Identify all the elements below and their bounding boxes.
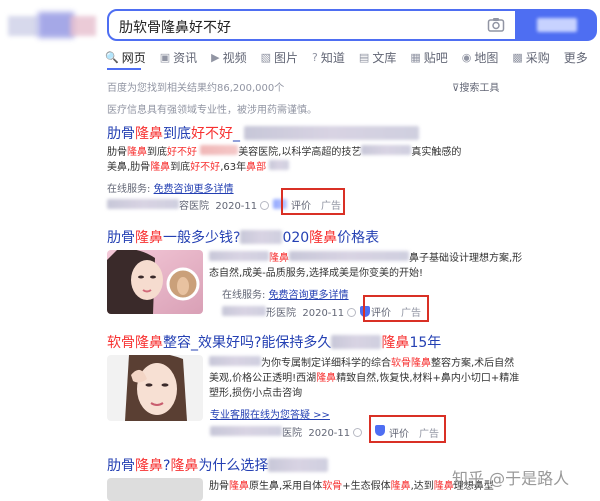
face-photo: [107, 355, 203, 421]
result-2-thumbnail[interactable]: [107, 250, 203, 314]
tab-images[interactable]: ▧ 图片: [261, 49, 298, 66]
ad-label: 广告: [401, 308, 421, 319]
result-4-thumbnail[interactable]: [107, 478, 203, 501]
tab-tieba[interactable]: ▦ 贴吧: [410, 49, 447, 66]
review-link[interactable]: 评价: [389, 425, 409, 440]
active-tab-indicator: [107, 68, 141, 70]
baidu-logo[interactable]: [8, 10, 96, 40]
caigou-icon: ▩: [512, 51, 523, 64]
shield-icon: [375, 425, 385, 436]
info-icon: [347, 308, 357, 317]
result-2-title[interactable]: 肋骨隆鼻一般多少钱? 020隆鼻价格表: [107, 227, 379, 247]
tab-wenku[interactable]: ▤ 文库: [359, 49, 396, 66]
consult-link[interactable]: 专业客服在线为您答疑 >>: [210, 410, 330, 421]
ad-label: 广告: [321, 201, 341, 212]
map-icon: ◉: [461, 51, 472, 64]
tieba-icon: ▦: [410, 51, 421, 64]
tab-news[interactable]: ▣ 资讯: [160, 49, 197, 66]
tab-zhidao[interactable]: ? 知道: [312, 49, 345, 66]
result-1-title[interactable]: 肋骨隆鼻到底好不好_: [107, 123, 420, 143]
redacted-text: [361, 145, 412, 155]
result-2-abstract: 隆鼻 鼻子基础设计理想方案,形 态自然,成美-品质服务,选择成美是你变美的开始!: [209, 251, 523, 279]
tab-more[interactable]: 更多: [564, 49, 588, 66]
redacted-text: [209, 251, 269, 261]
info-icon: [353, 428, 363, 437]
search-tools-button[interactable]: ⊽搜索工具: [452, 79, 499, 94]
redacted-text: [240, 230, 283, 244]
result-2-service: 在线服务: 免费咨询更多详情: [222, 290, 349, 301]
result-4-title[interactable]: 肋骨隆鼻?隆鼻为什么选择: [107, 455, 329, 475]
redacted-text: [331, 335, 382, 349]
search-button[interactable]: [517, 9, 597, 41]
consult-link[interactable]: 免费咨询更多详情: [154, 184, 234, 195]
face-photo: [107, 250, 203, 314]
ad-label-highlight: 评价 广告: [369, 415, 446, 443]
result-3-meta: 医院 2020-11: [210, 424, 363, 439]
review-link[interactable]: 评价: [371, 304, 391, 319]
tab-video[interactable]: ▶ 视频: [211, 49, 246, 66]
redacted-text: [209, 356, 261, 366]
doc-icon: ▤: [358, 51, 370, 64]
search-icon: 🔍: [105, 51, 119, 64]
result-1-meta: 容医院 2020-11: [107, 197, 287, 212]
redacted-text: [222, 306, 266, 316]
result-3-abstract: 为你专属制定详细科学的综合软骨隆鼻整容方案,术后自然 美观,价格公正透明!西湖隆…: [209, 356, 520, 399]
zhihu-watermark: 知乎 @于是路人: [452, 469, 570, 488]
image-icon: ▧: [260, 51, 272, 64]
camera-icon[interactable]: [487, 16, 505, 34]
tab-map[interactable]: ◉ 地图: [462, 49, 499, 66]
search-input[interactable]: 肋软骨隆鼻好不好: [119, 17, 231, 37]
zhidao-icon: ?: [312, 51, 318, 64]
result-3-thumbnail[interactable]: [107, 355, 203, 421]
result-1-service: 在线服务: 免费咨询更多详情: [107, 184, 234, 195]
ad-label-highlight: 评价 广告: [281, 188, 345, 215]
search-button-label-blurred: [537, 18, 577, 32]
redacted-text: [200, 145, 239, 155]
ad-label: 广告: [419, 429, 439, 440]
info-icon: [260, 201, 270, 210]
nav-tabs: 🔍 网页 ▣ 资讯 ▶ 视频 ▧ 图片 ? 知道 ▤ 文库 ▦ 贴吧 ◉ 地图 …: [105, 49, 600, 66]
result-1-abstract: 肋骨隆鼻到底好不好 美容医院,以科学高超的技艺 真实触感的 美鼻,肋骨隆鼻到底好不…: [107, 145, 462, 173]
tab-caigou[interactable]: ▩ 采购: [512, 49, 549, 66]
redacted-text: [107, 199, 179, 209]
result-3-title[interactable]: 软骨隆鼻整容_效果好吗?能保持多久 隆鼻15年: [107, 332, 441, 352]
redacted-text: [289, 251, 409, 261]
consult-link[interactable]: 免费咨询更多详情: [269, 290, 349, 301]
result-3-service: 专业客服在线为您答疑 >>: [210, 406, 330, 421]
review-link[interactable]: 评价: [291, 197, 311, 212]
redacted-text: [244, 126, 420, 140]
result-count: 百度为您找到相关结果约86,200,000个: [107, 83, 285, 94]
ad-label-highlight: 评价 广告: [363, 295, 429, 322]
medical-notice: 医疗信息具有强领域专业性，被涉用药需谨慎。: [107, 105, 317, 116]
redacted-text: [210, 426, 282, 436]
search-box[interactable]: 肋软骨隆鼻好不好: [107, 9, 517, 41]
result-2-meta: 形医院 2020-11: [222, 304, 370, 319]
redacted-text: [268, 458, 329, 472]
info-icon: ▣: [159, 51, 171, 64]
tab-web[interactable]: 🔍 网页: [105, 49, 146, 66]
video-icon: ▶: [211, 51, 220, 64]
redacted-text: [269, 160, 290, 170]
